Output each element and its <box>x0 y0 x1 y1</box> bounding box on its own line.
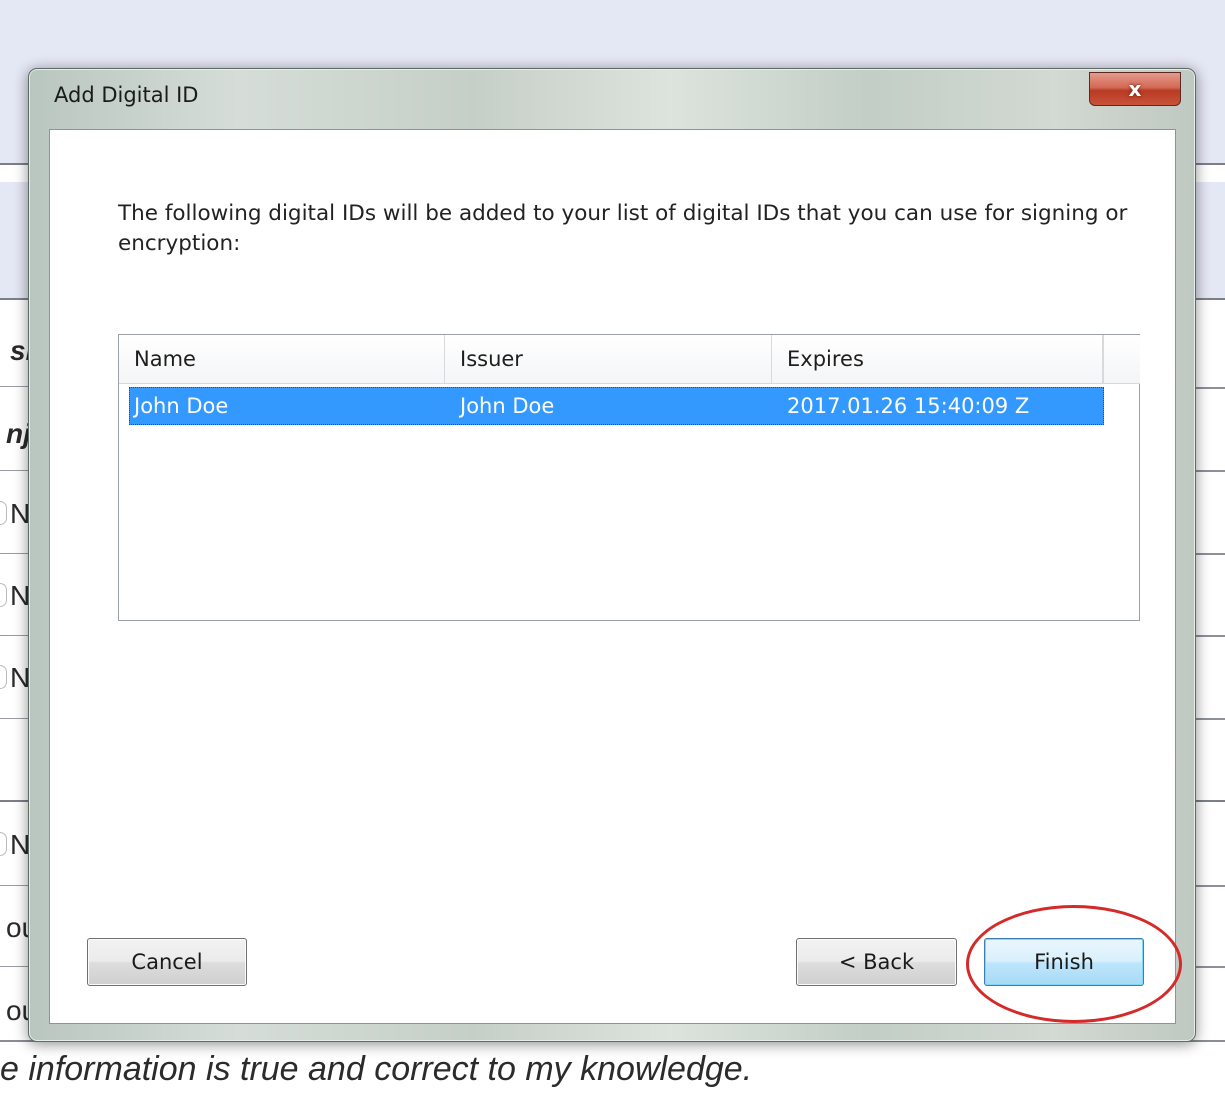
finish-button[interactable]: Finish <box>984 938 1144 986</box>
column-header-issuer[interactable]: Issuer <box>445 335 772 383</box>
cell-name: John Doe <box>134 394 229 418</box>
bg-radio-option: N <box>0 662 30 694</box>
add-digital-id-dialog: Add Digital ID x The following digital I… <box>28 68 1196 1042</box>
cell-issuer: John Doe <box>460 394 555 418</box>
cancel-button[interactable]: Cancel <box>87 938 247 986</box>
dialog-title: Add Digital ID <box>54 83 199 107</box>
cell-expires: 2017.01.26 15:40:09 Z <box>787 394 1030 418</box>
column-header-name[interactable]: Name <box>119 335 445 383</box>
digital-id-list[interactable]: Name Issuer Expires John Doe John Doe 20… <box>118 334 1140 621</box>
bg-attestation-text: e information is true and correct to my … <box>0 1050 753 1088</box>
column-header-filler <box>1103 335 1140 384</box>
list-header: Name Issuer Expires <box>119 335 1103 384</box>
back-button[interactable]: < Back <box>796 938 957 986</box>
dialog-description: The following digital IDs will be added … <box>118 201 1128 256</box>
bg-radio-option: N <box>0 498 30 530</box>
close-button[interactable]: x <box>1089 72 1181 106</box>
bg-radio-option: N <box>0 829 30 861</box>
close-icon: x <box>1128 77 1142 101</box>
bg-radio-option: N <box>0 580 30 612</box>
column-header-expires[interactable]: Expires <box>772 335 1103 383</box>
dialog-client-area: The following digital IDs will be added … <box>49 129 1176 1024</box>
table-row[interactable]: John Doe John Doe 2017.01.26 15:40:09 Z <box>129 387 1104 425</box>
